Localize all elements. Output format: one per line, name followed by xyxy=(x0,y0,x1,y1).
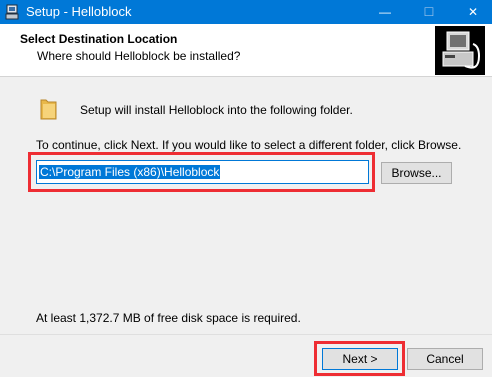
minimize-button[interactable]: — xyxy=(366,0,404,24)
footer-divider xyxy=(0,334,492,335)
title-bar[interactable]: Setup - Helloblock — ☐ ✕ xyxy=(0,0,492,24)
browse-button[interactable]: Browse... xyxy=(381,162,452,184)
next-button[interactable]: Next > xyxy=(322,348,398,370)
instructions-text: To continue, click Next. If you would li… xyxy=(36,138,462,152)
disk-space-text: At least 1,372.7 MB of free disk space i… xyxy=(36,311,301,325)
wizard-header: Select Destination Location Where should… xyxy=(0,24,492,77)
cancel-button[interactable]: Cancel xyxy=(407,348,483,370)
install-message: Setup will install Helloblock into the f… xyxy=(80,103,353,117)
folder-icon xyxy=(40,99,57,120)
install-path-value: C:\Program Files (x86)\Helloblock xyxy=(39,165,221,179)
window-title: Setup - Helloblock xyxy=(26,4,132,19)
page-title: Select Destination Location xyxy=(20,32,178,46)
app-icon xyxy=(5,4,19,20)
close-button[interactable]: ✕ xyxy=(454,0,492,24)
install-path-input[interactable]: C:\Program Files (x86)\Helloblock xyxy=(36,160,369,184)
maximize-button[interactable]: ☐ xyxy=(410,0,448,24)
page-subtitle: Where should Helloblock be installed? xyxy=(37,49,241,63)
installer-logo-icon xyxy=(435,26,485,75)
